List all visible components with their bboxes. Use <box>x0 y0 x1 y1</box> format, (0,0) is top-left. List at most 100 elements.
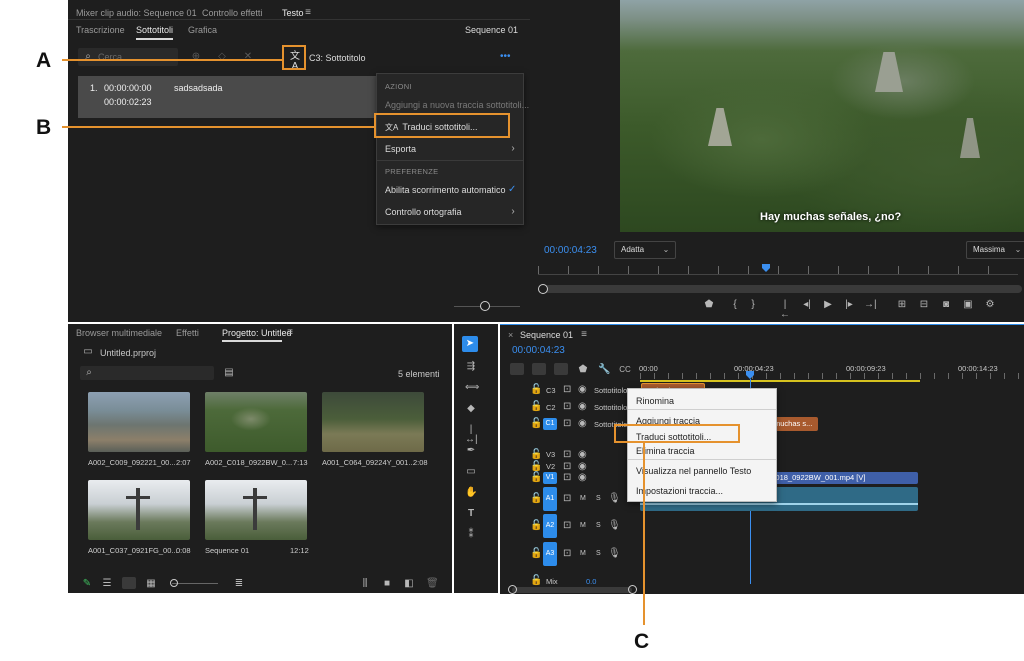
clip-thumbnail[interactable] <box>88 392 190 452</box>
monitor-timecode[interactable]: 00:00:04:23 <box>544 245 597 256</box>
lock-icon[interactable]: 🔓 <box>530 450 542 460</box>
panel-menu-icon[interactable]: ≡ <box>286 328 294 338</box>
comparison-view-icon[interactable]: ▣ <box>962 300 974 310</box>
timeline-horizontal-scrollbar[interactable] <box>512 587 632 593</box>
snap-toggle-button[interactable] <box>532 363 546 375</box>
eye-icon[interactable]: ◉ <box>578 385 587 395</box>
panel-menu-icon[interactable]: ≡ <box>580 330 588 340</box>
track-target-button[interactable]: A2 <box>543 514 557 538</box>
timeline-tab[interactable]: Sequence 01 <box>520 330 573 340</box>
sort-icon[interactable]: ≣ <box>234 579 244 589</box>
monitor-scrollbar[interactable] <box>544 285 1022 293</box>
sync-lock-icon[interactable]: ⊡ <box>563 385 571 395</box>
solo-button[interactable]: S <box>596 495 601 502</box>
sync-lock-icon[interactable]: ⊡ <box>563 549 571 559</box>
track-target-button[interactable]: A3 <box>543 542 557 566</box>
new-bin-from-search-icon[interactable]: ▤ <box>224 368 234 378</box>
clip-thumbnail[interactable] <box>205 392 307 452</box>
go-to-in-icon[interactable]: |← <box>779 300 791 320</box>
add-marker-icon[interactable]: ⬟ <box>578 365 588 375</box>
lock-icon[interactable]: 🔓 <box>530 576 542 586</box>
scrollbar-handle[interactable] <box>628 585 637 594</box>
rectangle-tool-icon[interactable]: ▭ <box>465 467 477 477</box>
lock-icon[interactable]: 🔓 <box>530 385 542 395</box>
tab-project[interactable]: Progetto: Untitled <box>222 328 292 338</box>
new-bin-icon[interactable]: ■ <box>382 579 392 589</box>
captions-icon[interactable]: CC <box>618 365 632 375</box>
list-view-icon[interactable]: ☰ <box>102 579 112 589</box>
close-icon[interactable]: × <box>508 330 513 340</box>
export-frame-icon[interactable]: ◙ <box>940 300 952 310</box>
zoom-slider-handle[interactable] <box>480 301 490 311</box>
panel-menu-icon[interactable]: ≡ <box>304 8 312 18</box>
sequence-thumbnail[interactable] <box>205 480 307 540</box>
thumbnail-size-handle[interactable] <box>170 579 178 587</box>
project-search-input[interactable]: ⌕ <box>80 366 214 380</box>
menu-item-rename[interactable]: Rinomina <box>636 396 674 406</box>
caption-row[interactable]: 1. 00:00:00:00 00:00:02:23 sadsadsada <box>78 76 378 118</box>
quality-dropdown[interactable]: Massima ⌄ <box>966 241 1024 259</box>
lock-icon[interactable]: 🔓 <box>530 402 542 412</box>
menu-item-spellcheck[interactable]: Controllo ortografia <box>385 207 462 217</box>
track-target-button[interactable]: V1 <box>543 472 557 484</box>
slip-tool-icon[interactable]: |↔| <box>465 425 478 445</box>
freeform-view-icon[interactable]: ▦ <box>146 579 156 589</box>
sync-lock-icon[interactable]: ⊡ <box>563 402 571 412</box>
mark-in-icon[interactable]: { <box>730 300 740 310</box>
marker-icon[interactable]: ⬟ <box>704 300 714 310</box>
microphone-icon[interactable]: 🎙 <box>608 494 621 504</box>
wrench-icon[interactable]: 🔧 <box>598 365 610 375</box>
go-to-out-icon[interactable]: →| <box>864 300 877 310</box>
mark-out-icon[interactable]: } <box>748 300 758 310</box>
caption-text[interactable]: sadsadsada <box>174 83 223 93</box>
menu-item-track-settings[interactable]: Impostazioni traccia... <box>636 486 723 496</box>
pen-tool-icon[interactable]: ✒ <box>465 446 477 456</box>
eye-icon[interactable]: ◉ <box>578 462 587 472</box>
fit-dropdown[interactable]: Adatta ⌄ <box>614 241 676 259</box>
extract-icon[interactable]: ⊟ <box>918 300 930 310</box>
sync-lock-icon[interactable]: ⊡ <box>563 473 571 483</box>
microphone-icon[interactable]: 🎙 <box>608 549 621 559</box>
selection-tool-button[interactable]: ➤ <box>462 336 478 352</box>
tab-transcript[interactable]: Trascrizione <box>76 25 125 35</box>
microphone-icon[interactable]: 🎙 <box>608 521 621 531</box>
more-options-button[interactable]: ••• <box>500 51 511 62</box>
timeline-ruler[interactable] <box>640 373 1024 379</box>
tab-graphics[interactable]: Grafica <box>188 25 217 35</box>
sync-lock-icon[interactable]: ⊡ <box>563 494 571 504</box>
sync-lock-icon[interactable]: ⊡ <box>563 462 571 472</box>
eye-icon[interactable]: ◉ <box>578 419 587 429</box>
eye-icon[interactable]: ◉ <box>578 402 587 412</box>
lock-icon[interactable]: 🔓 <box>530 549 542 559</box>
lift-icon[interactable]: ⊞ <box>896 300 908 310</box>
settings-icon[interactable]: ⚙ <box>984 300 996 310</box>
mute-button[interactable]: M <box>580 522 586 529</box>
track-label[interactable]: C3: Sottotitolo <box>309 53 366 63</box>
play-icon[interactable]: ▶ <box>823 300 833 310</box>
linked-selection-button[interactable] <box>554 363 568 375</box>
mute-button[interactable]: M <box>580 495 586 502</box>
track-target-button[interactable]: A1 <box>543 487 557 511</box>
lock-icon[interactable]: 🔓 <box>530 494 542 504</box>
step-forward-icon[interactable]: |▸ <box>844 300 854 310</box>
new-item-icon[interactable]: ◧ <box>404 579 414 589</box>
solo-button[interactable]: S <box>596 550 601 557</box>
icon-view-button[interactable] <box>122 577 136 589</box>
ripple-edit-tool-icon[interactable]: ⟺ <box>465 383 479 393</box>
caption-tool-icon[interactable]: ⁑ <box>465 530 477 540</box>
sync-lock-icon[interactable]: ⊡ <box>563 450 571 460</box>
track-target-button[interactable]: C1 <box>543 418 557 430</box>
clip-thumbnail[interactable] <box>322 392 424 452</box>
menu-item-add-to-new-track[interactable]: Aggiungi a nuova traccia sottotitoli... <box>385 100 529 110</box>
search-input[interactable]: ⌕ Cerca <box>78 48 178 66</box>
work-area-bar[interactable] <box>640 380 920 382</box>
hand-tool-icon[interactable]: ✋ <box>465 488 477 498</box>
step-back-icon[interactable]: ◂| <box>802 300 812 310</box>
eye-icon[interactable]: ◉ <box>578 450 587 460</box>
lock-icon[interactable]: 🔓 <box>530 473 542 483</box>
lock-icon[interactable]: 🔓 <box>530 521 542 531</box>
automate-icon[interactable]: ⫼ <box>360 579 370 589</box>
clip-thumbnail[interactable] <box>88 480 190 540</box>
solo-button[interactable]: S <box>596 522 601 529</box>
scrollbar-handle[interactable] <box>508 585 517 594</box>
